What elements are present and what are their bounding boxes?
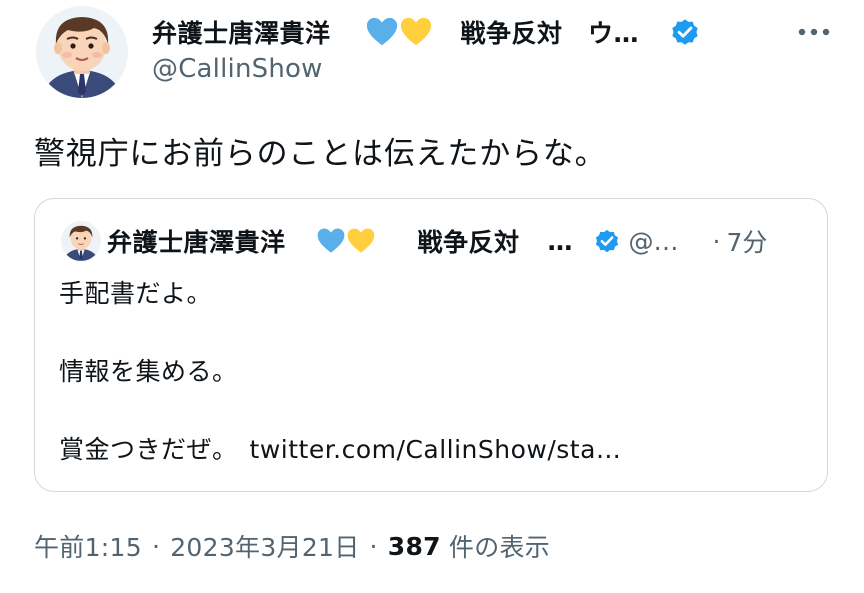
quoted-name-ellipsis: … [547,226,573,256]
verified-badge-icon[interactable] [593,227,621,255]
blue-heart-icon [317,228,344,253]
quoted-tweet-card[interactable]: 弁護士唐澤貴洋 戦争反対 … @… · 7分 手配書だよ。 情報を集める。 賞金… [34,198,828,492]
author-display-name[interactable]: 弁護士唐澤貴洋 [152,14,331,50]
author-name-suffix[interactable]: 戦争反対 ウ… [461,14,640,50]
quoted-timestamp[interactable]: 7分 [726,223,767,259]
tweet-time[interactable]: 午前1:15 [34,528,142,564]
yellow-heart-icon [400,17,431,46]
quoted-tweet-link[interactable]: twitter.com/CallinShow/sta… [250,435,622,464]
verified-badge-icon[interactable] [669,16,701,48]
more-options-button[interactable] [792,16,836,48]
tweet: 弁護士唐澤貴洋 戦争反対 ウ… @CallinShow 警視庁にお前らのことは伝… [0,0,864,593]
more-options-icon [798,28,830,36]
quoted-handle[interactable]: @… [629,227,679,256]
quoted-author-avatar[interactable] [61,221,101,261]
meta-separator: · [369,531,378,561]
author-avatar-illustration [36,6,128,98]
tweet-text: 警視庁にお前らのことは伝えたからな。 [34,136,607,172]
blue-heart-icon [366,17,397,46]
view-count-label: 件の表示 [448,533,551,562]
author-handle[interactable]: @CallinShow [152,54,323,84]
author-avatar[interactable] [36,6,128,98]
quoted-display-name[interactable]: 弁護士唐澤貴洋 [107,223,286,259]
meta-separator: · [151,531,161,561]
quoted-text-line: 賞金つきだぜ。 [59,435,238,464]
quoted-avatar-illustration [61,221,101,261]
tweet-meta: 午前1:15 · 2023年3月21日 · 387 件の表示 [34,528,550,564]
quoted-text-line: 手配書だよ。 [59,279,213,308]
quoted-header: 弁護士唐澤貴洋 戦争反対 … @… · 7分 [107,221,767,261]
yellow-heart-icon [347,228,374,253]
author-name-row[interactable]: 弁護士唐澤貴洋 戦争反対 ウ… [152,12,701,52]
view-count[interactable]: 387 [388,532,441,561]
quoted-text-line-with-link: 賞金つきだぜ。 twitter.com/CallinShow/sta… [59,431,621,469]
quoted-separator-dot: · [712,226,721,256]
author-heart-emojis [365,15,433,49]
quoted-tweet-text: 手配書だよ。 情報を集める。 賞金つきだぜ。 twitter.com/Callin… [59,275,621,469]
quoted-name-suffix[interactable]: 戦争反対 [418,223,520,259]
quoted-text-line: 情報を集める。 [59,357,238,386]
quoted-heart-emojis [316,226,376,256]
tweet-date[interactable]: 2023年3月21日 [170,528,359,564]
